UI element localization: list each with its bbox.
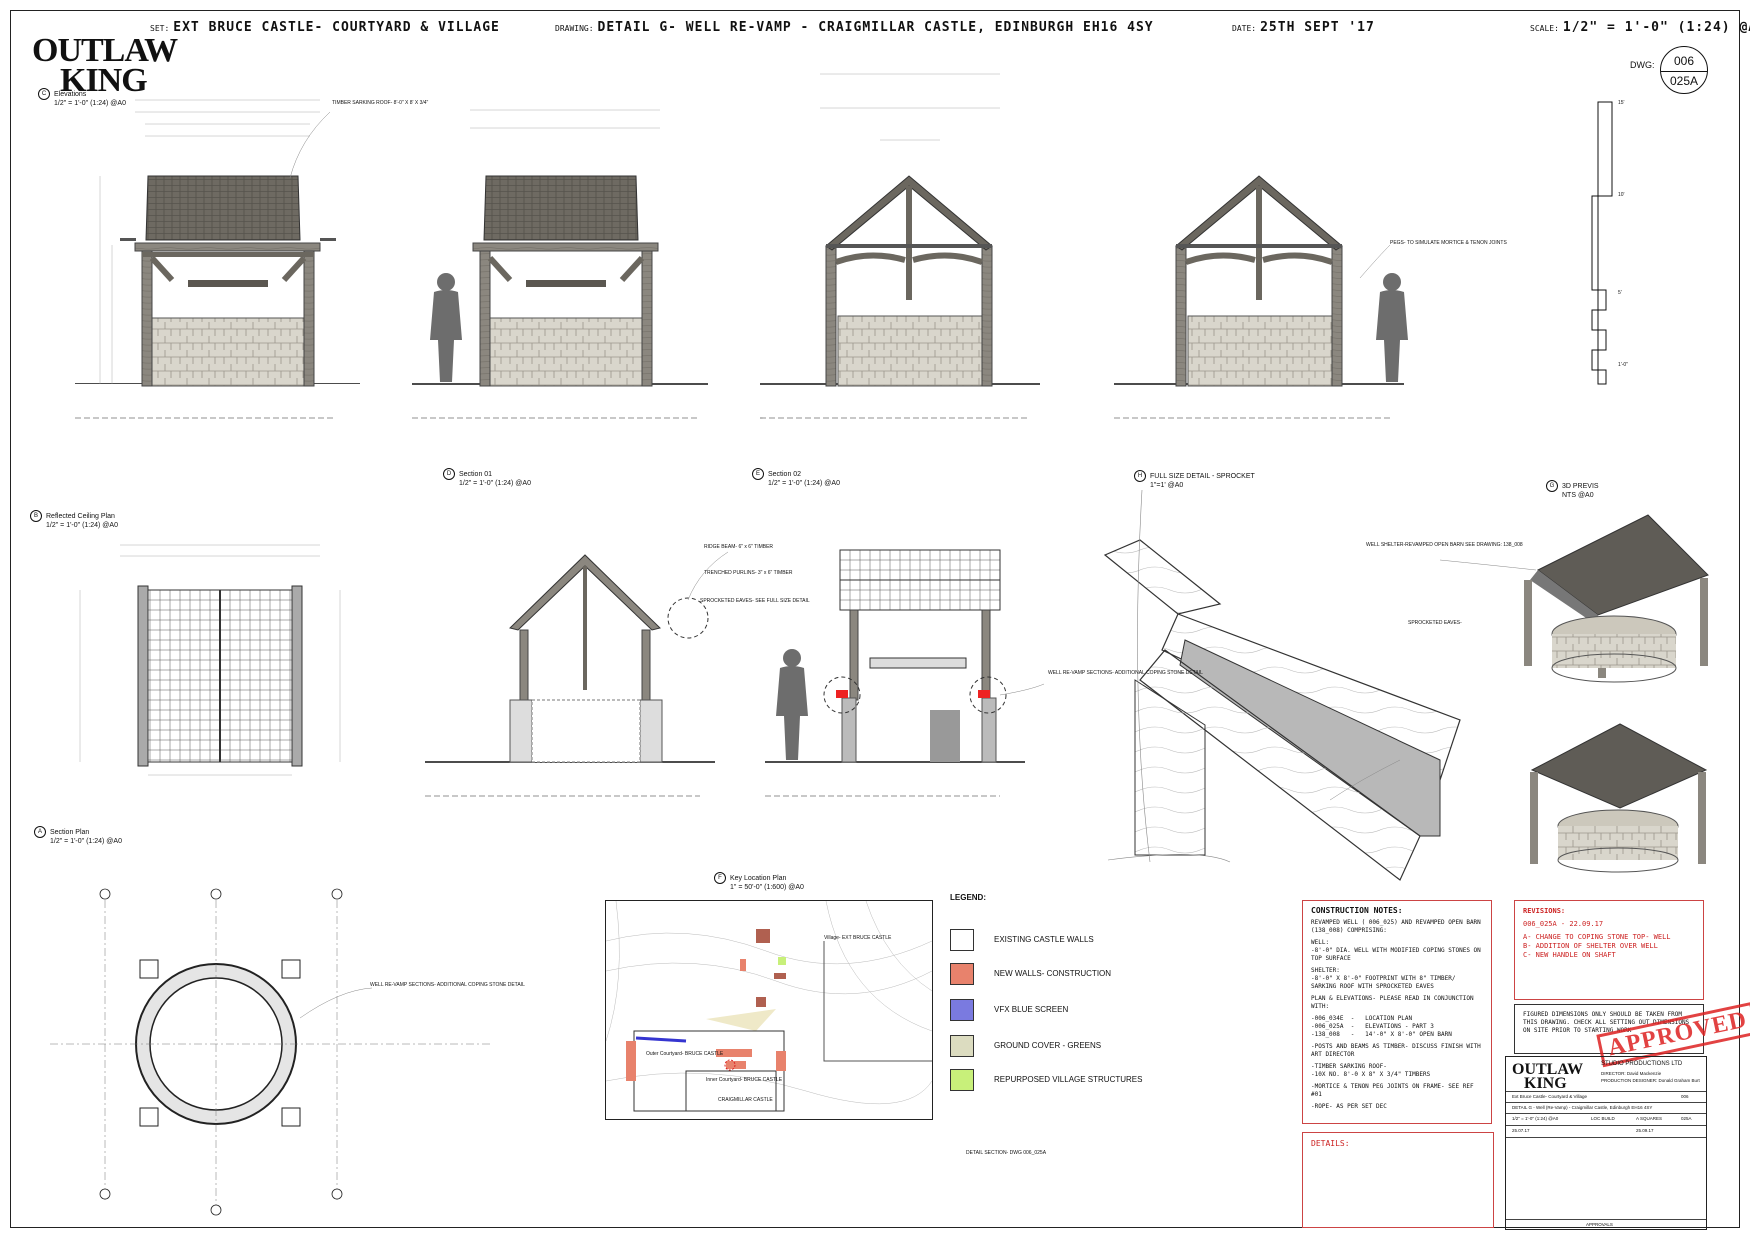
height-scale-strip [1591, 101, 1613, 385]
revision-line: A- CHANGE TO COPING STONE TOP- WELL [1523, 933, 1671, 941]
scale-figure [430, 273, 462, 382]
director: DIRECTOR: David Mackenzie [1601, 1071, 1662, 1076]
height-mark-1: 1'-0" [1618, 362, 1628, 368]
section-01 [425, 554, 715, 797]
height-mark-10: 10' [1618, 192, 1625, 198]
tb-divider [1506, 1219, 1706, 1220]
section-plan [50, 888, 490, 1216]
note: -TIMBER SARKING ROOF- -10X NO. 8'-0 X 8"… [1311, 1063, 1431, 1078]
annotation-sprocketed-eaves: SPROCKETED EAVES- SEE FULL SIZE DETAIL [700, 598, 810, 604]
height-mark-5: 5' [1618, 290, 1622, 296]
tb-divider [1506, 1091, 1706, 1092]
tb-date-drawn: 25.07.17 [1512, 1128, 1530, 1133]
tb-set: Ext Bruce Castle- Courtyard & Village [1512, 1094, 1587, 1099]
tb-issue: A SQUARES [1636, 1116, 1663, 1121]
tb-divider [1506, 1137, 1706, 1138]
note: -006_034E - LOCATION PLAN -006_025A - EL… [1311, 1015, 1452, 1038]
production-designer: PRODUCTION DESIGNER: Donald Graham Burt [1601, 1078, 1700, 1083]
legend-swatch [950, 1035, 974, 1057]
legend-title: LEGEND: [950, 893, 986, 902]
revision-line: 006_025A - 22.09.17 [1523, 920, 1604, 928]
elevation-gable-figure [1114, 175, 1408, 419]
note: -POSTS AND BEAMS AS TIMBER- DISCUSS FINI… [1311, 1043, 1485, 1058]
details-box: DETAILS: [1302, 1132, 1494, 1228]
annotation-purlins: TRENCHED PURLINS- 3" x 6" TIMBER [704, 570, 793, 576]
legend-swatch [950, 999, 974, 1021]
title-block: OUTLAW KING STUDIO PRODUCTIONS LTD DIRECT… [1505, 1056, 1707, 1230]
tb-divider [1506, 1113, 1706, 1114]
previs-render-1 [1524, 514, 1709, 683]
legend-item-village: REPURPOSED VILLAGE STRUCTURES [950, 1069, 1150, 1091]
construction-notes: CONSTRUCTION NOTES: REVAMPED WELL ( 006_… [1302, 900, 1492, 1124]
note: REVAMPED WELL ( 006_025) AND REVAMPED OP… [1311, 919, 1485, 934]
legend-item-vfx: VFX BLUE SCREEN [950, 999, 1150, 1021]
legend-item-ground: GROUND COVER - GREENS [950, 1035, 1150, 1057]
annotation-detail-section: DETAIL SECTION- DWG 006_025A [966, 1150, 1047, 1156]
annotation-open-barn: WELL SHELTER-REVAMPED OPEN BARN SEE DRAW… [1366, 542, 1523, 548]
legend-swatch [950, 1069, 974, 1091]
sprocket-detail [1103, 489, 1461, 881]
key-location-map: Village- EXT BRUCE CASTLE Outer Courtyar… [605, 900, 933, 1120]
notes-title: CONSTRUCTION NOTES: [1311, 906, 1403, 915]
previs-render-2 [1530, 723, 1708, 873]
tb-build: LOC BUILD [1591, 1116, 1615, 1121]
tb-detail: DETAIL G - Well (Re-Vamp) - Craigmillar … [1512, 1105, 1653, 1110]
revision-line: B- ADDITION OF SHELTER OVER WELL [1523, 942, 1658, 950]
title-block-logo: OUTLAW KING [1512, 1061, 1584, 1092]
legend-item-existing: EXISTING CASTLE WALLS [950, 929, 1150, 951]
map-label-craigmillar: CRAIGMILLAR CASTLE [718, 1097, 773, 1103]
details-label: DETAILS: [1311, 1139, 1350, 1148]
annotation-sarking-roof: TIMBER SARKING ROOF- 8'-0" X 8' X 3/4" [332, 100, 429, 106]
tb-drawing-no: 025A [1681, 1116, 1692, 1121]
elevation-gable [760, 73, 1040, 419]
legend-swatch [950, 929, 974, 951]
height-mark-15: 15' [1618, 100, 1625, 106]
annotation-sprocketed-eaves-detail: SPROCKETED EAVES- [1408, 620, 1462, 626]
reflected-ceiling-plan [79, 544, 341, 776]
tb-set-no: 006 [1681, 1094, 1689, 1099]
tb-divider [1506, 1125, 1706, 1126]
annotation-ridge-beam: RIDGE BEAM- 6" x 6" TIMBER [704, 544, 774, 550]
annotation-pegs: PEGS- TO SIMULATE MORTICE & TENON JOINTS [1390, 240, 1507, 246]
legend-swatch [950, 963, 974, 985]
tb-divider [1506, 1102, 1706, 1103]
section-02 [765, 549, 1025, 797]
revisions-title: REVISIONS: [1523, 907, 1566, 915]
note: -MORTICE & TENON PEG JOINTS ON FRAME- SE… [1311, 1083, 1478, 1098]
company-name: STUDIO PRODUCTIONS LTD [1601, 1061, 1683, 1067]
note: -ROPE- AS PER SET DEC [1311, 1103, 1387, 1110]
annotation-well-sections-plan: WELL RE-VAMP SECTIONS- ADDITIONAL COPING… [370, 982, 525, 988]
note: WELL: -8'-0" DIA. WELL WITH MODIFIED COP… [1311, 939, 1481, 962]
legend-item-new-walls: NEW WALLS- CONSTRUCTION [950, 963, 1150, 985]
map-label-courtyard: Outer Courtyard- BRUCE CASTLE [646, 1051, 724, 1057]
map-label-inner: Inner Courtyard- BRUCE CASTLE [706, 1077, 783, 1083]
revisions-box: REVISIONS: 006_025A - 22.09.17 A- CHANGE… [1514, 900, 1704, 1000]
revision-line: C- NEW HANDLE ON SHAFT [1523, 951, 1616, 959]
elevation-side [412, 109, 708, 419]
elevation-front [75, 99, 360, 419]
annotation-well-sections: WELL RE-VAMP SECTIONS- ADDITIONAL COPING… [1048, 670, 1203, 676]
tb-date-rev: 25.09.17 [1636, 1128, 1654, 1133]
tb-approvals: APPROVALS [1586, 1222, 1613, 1227]
tb-scale: 1/2" = 1'-0" (1:24) @A0 [1512, 1116, 1559, 1121]
map-label-village: Village- EXT BRUCE CASTLE [824, 935, 892, 941]
note: SHELTER: -8'-0" X 8'-0" FOOTPRINT WITH 8… [1311, 967, 1456, 990]
note: PLAN & ELEVATIONS- PLEASE READ IN CONJUN… [1311, 995, 1478, 1010]
